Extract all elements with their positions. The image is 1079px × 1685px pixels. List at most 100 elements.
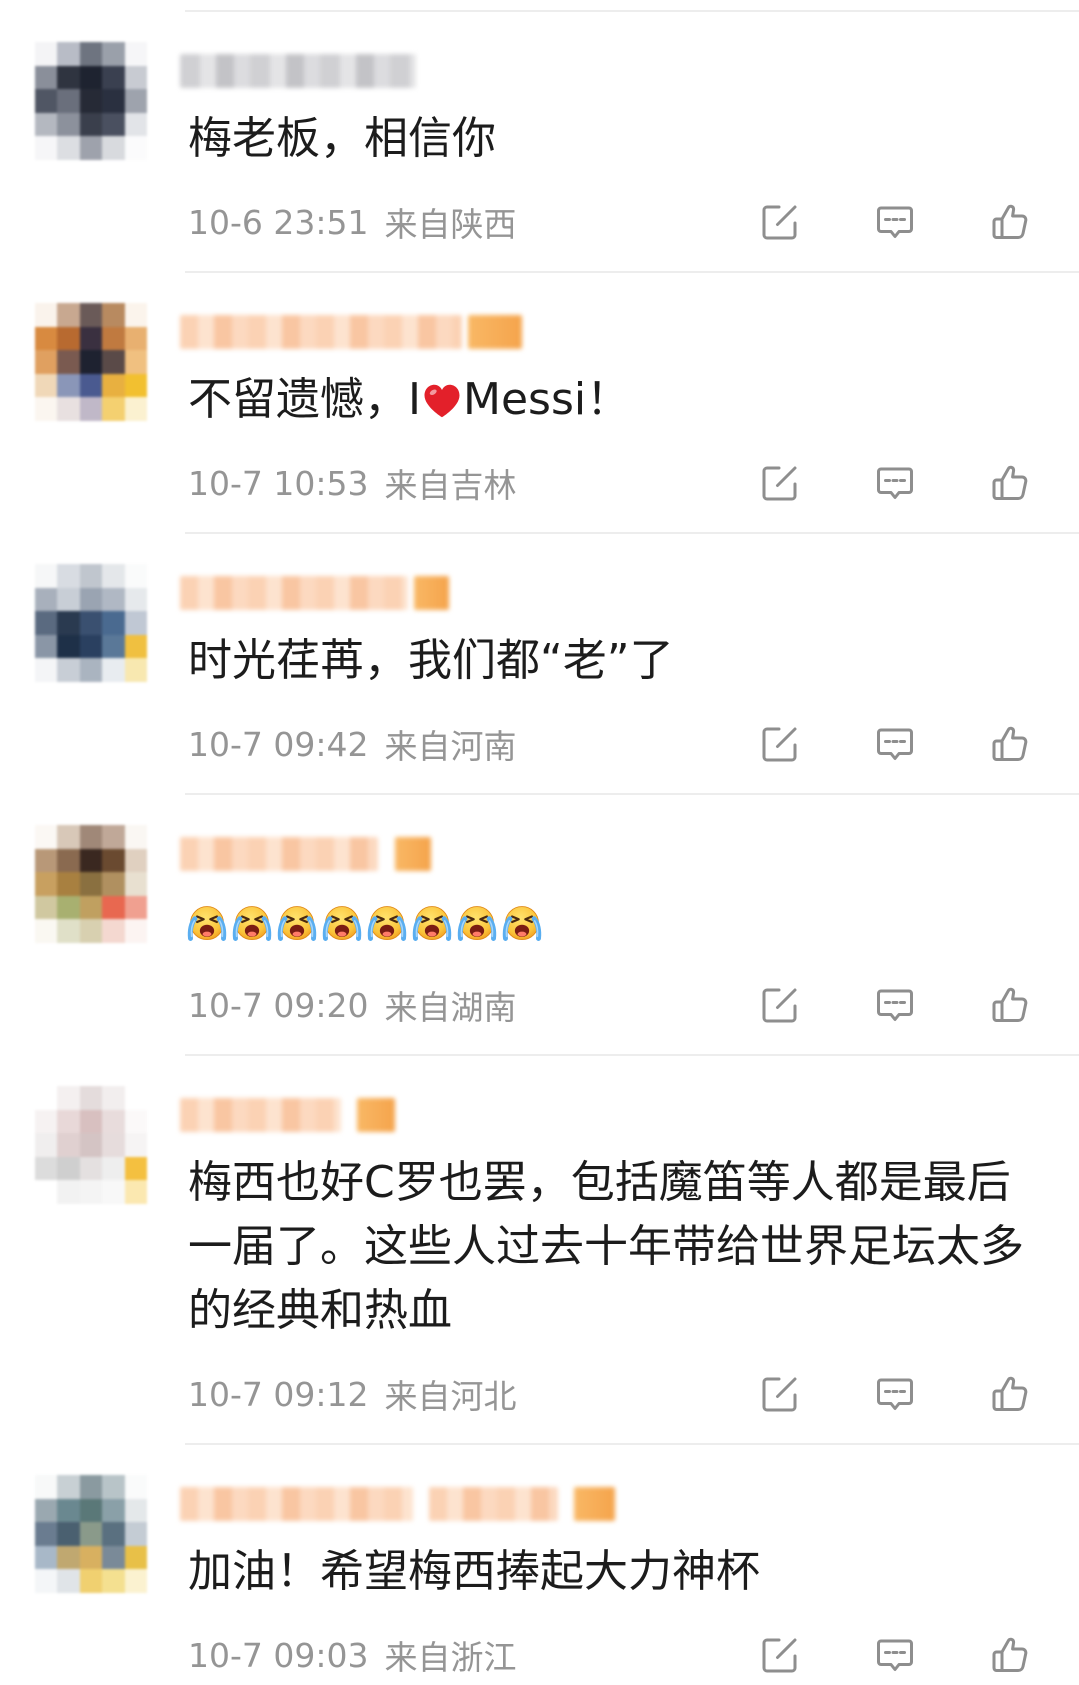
username-blurred[interactable] <box>180 1485 1079 1523</box>
avatar-mosaic-cell <box>102 1475 125 1499</box>
user-avatar[interactable] <box>35 42 147 160</box>
avatar-mosaic-cell <box>35 895 58 920</box>
comment-button[interactable] <box>865 1625 925 1685</box>
comment-location: 来自陕西 <box>384 205 517 244</box>
avatar-mosaic-cell <box>35 1086 58 1110</box>
like-button[interactable] <box>980 192 1040 252</box>
user-badge-mosaic <box>468 315 522 349</box>
comment-icon[interactable] <box>873 1372 917 1416</box>
repost-button[interactable] <box>750 714 810 774</box>
like-button[interactable] <box>980 453 1040 513</box>
like-button[interactable] <box>980 1364 1040 1424</box>
avatar-mosaic-cell <box>124 848 147 873</box>
username-blurred[interactable] <box>180 835 1079 873</box>
avatar-mosaic-cell <box>57 1133 80 1157</box>
like-icon[interactable] <box>988 461 1032 505</box>
repost-icon[interactable] <box>758 983 802 1027</box>
avatar-column <box>0 1054 185 1443</box>
avatar-mosaic-cell <box>79 587 103 612</box>
repost-button[interactable] <box>750 192 810 252</box>
comment-location: 来自湖南 <box>384 988 517 1027</box>
user-avatar[interactable] <box>35 564 147 682</box>
avatar-mosaic-cell <box>102 634 125 659</box>
username-mosaic <box>429 1487 558 1521</box>
comment-button[interactable] <box>865 714 925 774</box>
avatar-mosaic-cell <box>35 350 58 374</box>
comment-time: 10-6 23:51 <box>188 202 369 242</box>
like-button[interactable] <box>980 714 1040 774</box>
avatar-mosaic-cell <box>35 872 58 896</box>
avatar-mosaic-cell <box>35 303 58 327</box>
like-icon[interactable] <box>988 1633 1032 1677</box>
like-icon[interactable] <box>988 983 1032 1027</box>
avatar-mosaic-cell <box>102 1569 125 1593</box>
username-blurred[interactable] <box>180 574 1079 612</box>
avatar-mosaic-cell <box>124 303 147 327</box>
avatar-mosaic-cell <box>57 611 80 635</box>
avatar-mosaic-cell <box>124 1109 147 1134</box>
avatar-mosaic-cell <box>35 1522 58 1546</box>
user-badge-mosaic <box>395 837 431 871</box>
avatar-mosaic-cell <box>35 1475 58 1499</box>
avatar-mosaic-cell <box>35 611 58 635</box>
repost-icon[interactable] <box>758 1633 802 1677</box>
loudly-crying-emoji <box>230 900 274 944</box>
comment-button[interactable] <box>865 192 925 252</box>
avatar-mosaic-cell <box>124 1498 147 1523</box>
comment-actions <box>750 714 1079 774</box>
repost-button[interactable] <box>750 1364 810 1424</box>
loudly-crying-emoji <box>275 900 319 944</box>
comment-button[interactable] <box>865 453 925 513</box>
username-mosaic <box>180 54 416 88</box>
avatar-mosaic-cell <box>124 42 147 66</box>
username-blurred[interactable] <box>180 1096 1079 1134</box>
comment-icon[interactable] <box>873 722 917 766</box>
repost-icon[interactable] <box>758 461 802 505</box>
username-mosaic <box>180 315 462 349</box>
avatar-mosaic-cell <box>124 611 147 635</box>
avatar-mosaic-cell <box>102 895 125 920</box>
repost-button[interactable] <box>750 453 810 513</box>
comment-icon[interactable] <box>873 983 917 1027</box>
avatar-mosaic-cell <box>79 136 103 160</box>
avatar-mosaic-cell <box>79 303 103 327</box>
repost-icon[interactable] <box>758 200 802 244</box>
user-avatar[interactable] <box>35 1475 147 1593</box>
like-icon[interactable] <box>988 200 1032 244</box>
comment-icon[interactable] <box>873 461 917 505</box>
repost-button[interactable] <box>750 975 810 1035</box>
avatar-mosaic-cell <box>35 1133 58 1157</box>
avatar-mosaic-cell <box>35 1156 58 1181</box>
user-avatar[interactable] <box>35 1086 147 1204</box>
like-button[interactable] <box>980 1625 1040 1685</box>
comment-actions <box>750 975 1079 1035</box>
like-icon[interactable] <box>988 1372 1032 1416</box>
repost-icon[interactable] <box>758 722 802 766</box>
repost-icon[interactable] <box>758 1372 802 1416</box>
avatar-mosaic-cell <box>35 1109 58 1134</box>
comment-time: 10-7 09:42 <box>188 724 369 764</box>
user-avatar[interactable] <box>35 825 147 943</box>
comment-actions <box>750 192 1079 252</box>
comment-button[interactable] <box>865 975 925 1035</box>
comment-icon[interactable] <box>873 200 917 244</box>
repost-button[interactable] <box>750 1625 810 1685</box>
avatar-mosaic-cell <box>102 848 125 873</box>
username-blurred[interactable] <box>180 52 1079 90</box>
avatar-mosaic-cell <box>79 89 103 113</box>
avatar-mosaic-cell <box>79 848 103 873</box>
username-blurred[interactable] <box>180 313 1079 351</box>
loudly-crying-emoji <box>500 900 544 944</box>
avatar-mosaic-cell <box>79 611 103 635</box>
avatar-mosaic-cell <box>57 1498 80 1523</box>
like-icon[interactable] <box>988 722 1032 766</box>
avatar-mosaic-cell <box>102 1522 125 1546</box>
user-avatar[interactable] <box>35 303 147 421</box>
like-button[interactable] <box>980 975 1040 1035</box>
avatar-mosaic-cell <box>35 587 58 612</box>
avatar-mosaic-cell <box>79 658 103 682</box>
avatar-mosaic-cell <box>79 1498 103 1523</box>
comment-button[interactable] <box>865 1364 925 1424</box>
comment-meta: 10-7 10:53 来自吉林 <box>188 453 1079 513</box>
comment-icon[interactable] <box>873 1633 917 1677</box>
